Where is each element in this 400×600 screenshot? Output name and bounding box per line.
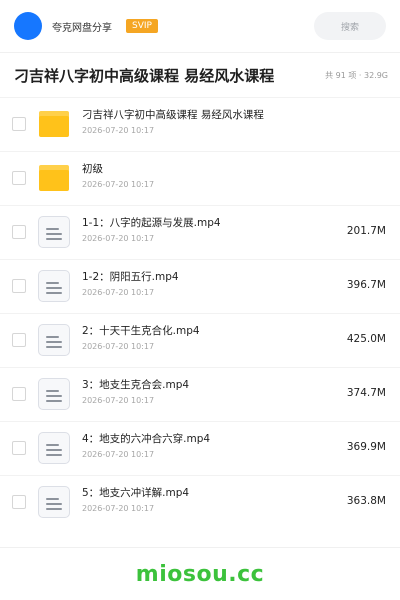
file-size: 363.8M	[346, 495, 386, 507]
top-bar: 夸克网盘分享 SVIP 搜索	[0, 0, 400, 52]
file-row[interactable]: 2：十天干生克合化.mp4 2026-07-20 10:17 425.0M	[0, 313, 400, 367]
svip-badge: SVIP	[126, 19, 158, 33]
folder-icon	[38, 108, 70, 140]
row-checkbox[interactable]	[12, 495, 26, 509]
row-checkbox[interactable]	[12, 441, 26, 455]
file-name: 1-2：阴阳五行.mp4	[82, 271, 179, 283]
brand-name: 夸克网盘分享	[52, 22, 112, 34]
row-checkbox[interactable]	[12, 333, 26, 347]
avatar[interactable]	[14, 12, 42, 40]
file-date: 2026-07-20 10:17	[82, 234, 155, 243]
file-name: 5：地支六冲详解.mp4	[82, 487, 190, 499]
file-row[interactable]: 1-1：八字的起源与发展.mp4 2026-07-20 10:17 201.7M	[0, 205, 400, 259]
file-size: 425.0M	[346, 333, 386, 345]
video-file-icon	[38, 486, 70, 518]
folder-icon	[38, 162, 70, 194]
file-row[interactable]: 初级 2026-07-20 10:17	[0, 151, 400, 205]
file-date: 2026-07-20 10:17	[82, 342, 155, 351]
file-date: 2026-07-20 10:17	[82, 288, 155, 297]
video-file-icon	[38, 378, 70, 410]
share-header: 刁吉祥八字初中高级课程 易经风水课程 共 91 项 · 32.9G	[0, 53, 400, 97]
share-meta: 共 91 项 · 32.9G	[325, 70, 388, 80]
file-list: 刁吉祥八字初中高级课程 易经风水课程 2026-07-20 10:17 初级 2026…	[0, 97, 400, 529]
row-checkbox[interactable]	[12, 279, 26, 293]
file-name: 1-1：八字的起源与发展.mp4	[82, 217, 221, 229]
row-checkbox[interactable]	[12, 387, 26, 401]
file-name: 4：地支的六冲合六穿.mp4	[82, 433, 211, 445]
file-name: 3：地支生克合会.mp4	[82, 379, 190, 391]
page-title: 刁吉祥八字初中高级课程 易经风水课程	[14, 66, 275, 85]
file-row[interactable]: 刁吉祥八字初中高级课程 易经风水课程 2026-07-20 10:17	[0, 97, 400, 151]
search-label: 搜索	[340, 22, 359, 33]
video-file-icon	[38, 216, 70, 248]
file-size: 369.9M	[346, 441, 386, 453]
file-size: 396.7M	[346, 279, 386, 291]
row-checkbox[interactable]	[12, 117, 26, 131]
file-name: 初级	[82, 163, 103, 175]
file-row[interactable]: 3：地支生克合会.mp4 2026-07-20 10:17 374.7M	[0, 367, 400, 421]
search-button[interactable]: 搜索	[314, 12, 386, 40]
file-date: 2026-07-20 10:17	[82, 126, 155, 135]
file-size: 201.7M	[346, 225, 386, 237]
file-name: 2：十天干生克合化.mp4	[82, 325, 200, 337]
file-date: 2026-07-20 10:17	[82, 450, 155, 459]
divider	[0, 547, 400, 548]
watermark: miosou.cc	[135, 562, 265, 587]
file-row[interactable]: 5：地支六冲详解.mp4 2026-07-20 10:17 363.8M	[0, 475, 400, 529]
row-checkbox[interactable]	[12, 225, 26, 239]
video-file-icon	[38, 432, 70, 464]
file-date: 2026-07-20 10:17	[82, 504, 155, 513]
file-size: 374.7M	[346, 387, 386, 399]
video-file-icon	[38, 324, 70, 356]
file-name: 刁吉祥八字初中高级课程 易经风水课程	[82, 109, 264, 121]
file-row[interactable]: 1-2：阴阳五行.mp4 2026-07-20 10:17 396.7M	[0, 259, 400, 313]
file-date: 2026-07-20 10:17	[82, 396, 155, 405]
row-checkbox[interactable]	[12, 171, 26, 185]
video-file-icon	[38, 270, 70, 302]
file-row[interactable]: 4：地支的六冲合六穿.mp4 2026-07-20 10:17 369.9M	[0, 421, 400, 475]
file-date: 2026-07-20 10:17	[82, 180, 155, 189]
